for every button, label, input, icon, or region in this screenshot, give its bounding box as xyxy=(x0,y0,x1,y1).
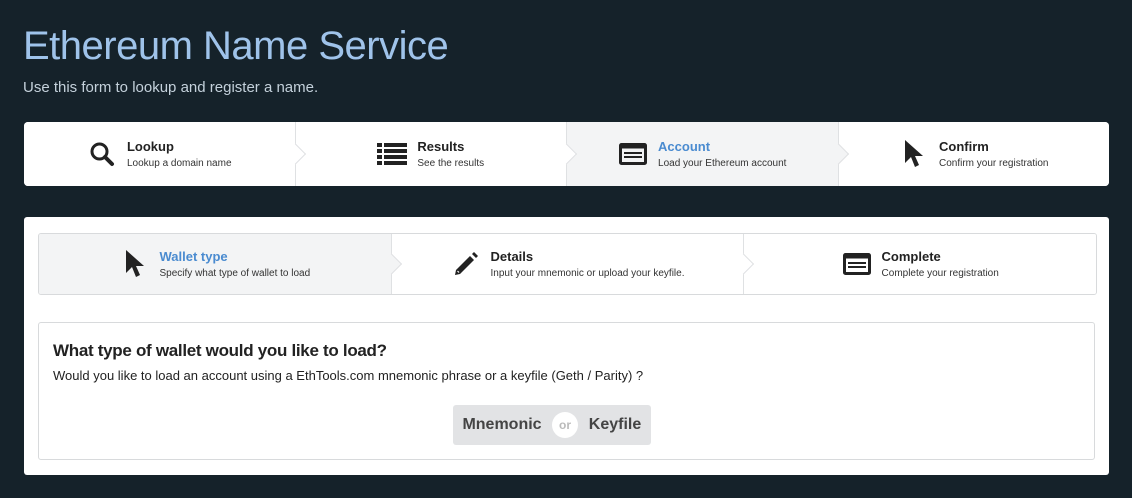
step-description: Load your Ethereum account xyxy=(658,158,787,169)
substep-details[interactable]: Details Input your mnemonic or upload yo… xyxy=(391,234,755,294)
page-subtitle: Use this form to lookup and register a n… xyxy=(23,79,319,96)
step-description: Lookup a domain name xyxy=(126,158,232,169)
or-divider: or xyxy=(552,412,578,438)
account-panel: Wallet type Specify what type of wallet … xyxy=(24,217,1109,475)
wallet-type-card: What type of wallet would you like to lo… xyxy=(38,322,1095,460)
step-account[interactable]: Account Load your Ethereum account xyxy=(567,122,849,186)
step-description: Confirm your registration xyxy=(939,158,1049,169)
substep-label: Details xyxy=(490,249,534,264)
page-title: Ethereum Name Service xyxy=(23,24,449,68)
substep-description: Input your mnemonic or upload your keyfi… xyxy=(490,268,685,279)
list-icon xyxy=(377,139,408,169)
step-label: Confirm xyxy=(939,139,989,154)
substep-description: Specify what type of wallet to load xyxy=(159,268,311,279)
pencil-icon xyxy=(451,249,481,279)
step-lookup[interactable]: Lookup Lookup a domain name xyxy=(24,122,306,186)
pointer-icon xyxy=(120,249,150,279)
substep-description: Complete your registration xyxy=(881,268,999,279)
wallet-type-toggle: Mnemonic or Keyfile xyxy=(453,405,651,445)
wallet-question: What type of wallet would you like to lo… xyxy=(53,341,387,360)
mnemonic-button[interactable]: Mnemonic xyxy=(453,405,565,445)
substep-wallet-type[interactable]: Wallet type Specify what type of wallet … xyxy=(39,234,402,294)
step-confirm[interactable]: Confirm Confirm your registration xyxy=(838,122,1109,186)
search-icon xyxy=(87,139,117,169)
registration-steps: Lookup Lookup a domain name Results See … xyxy=(24,122,1109,186)
substep-complete[interactable]: Complete Complete your registration xyxy=(744,234,1096,294)
wallet-steps: Wallet type Specify what type of wallet … xyxy=(38,233,1097,295)
step-description: See the results xyxy=(417,158,485,169)
card-icon xyxy=(842,249,872,279)
substep-label: Complete xyxy=(881,249,941,264)
substep-label: Wallet type xyxy=(159,249,228,264)
step-results[interactable]: Results See the results xyxy=(295,122,578,186)
step-label: Lookup xyxy=(126,139,174,154)
step-label: Results xyxy=(417,139,465,154)
card-icon xyxy=(618,139,648,169)
pointer-icon xyxy=(899,139,929,169)
step-label: Account xyxy=(658,139,711,154)
wallet-question-description: Would you like to load an account using … xyxy=(53,368,644,383)
